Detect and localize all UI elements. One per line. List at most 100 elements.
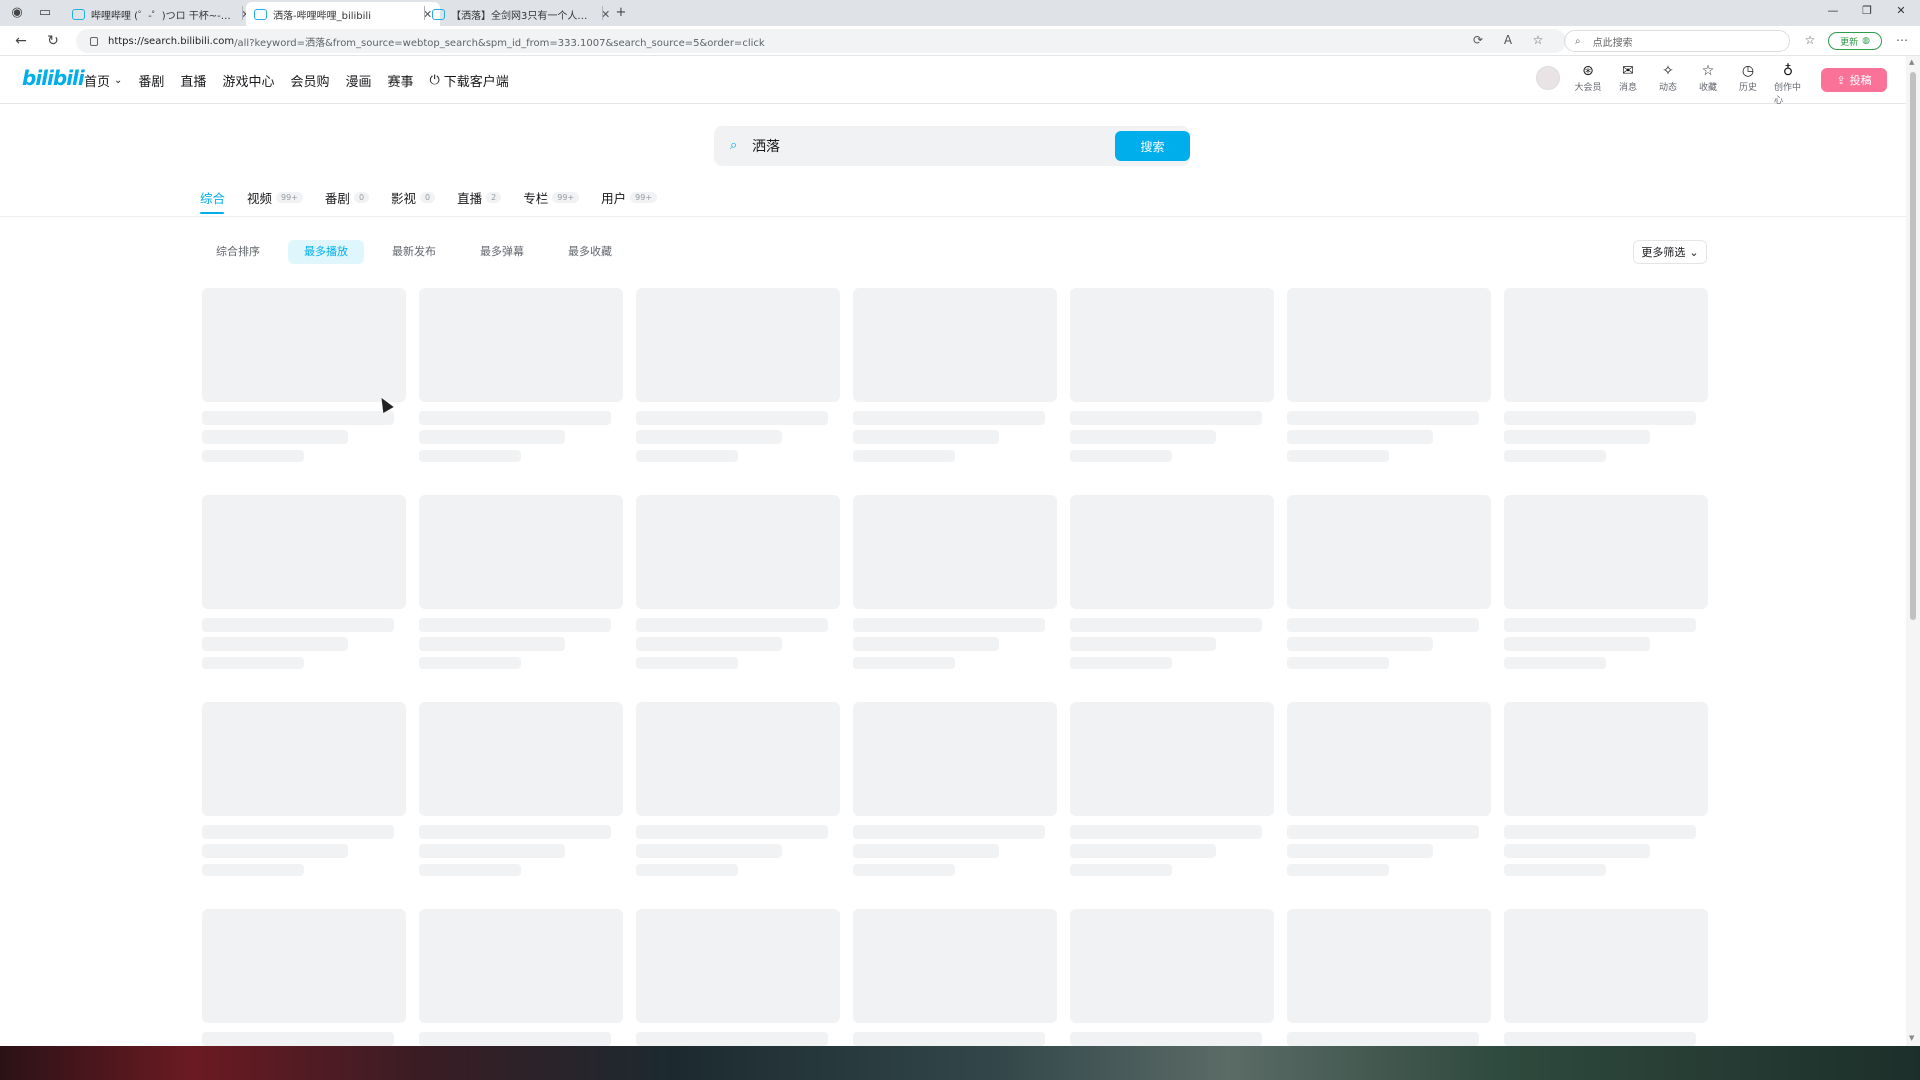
translate-icon[interactable]: ⟳ [1470,33,1486,47]
skeleton-card [202,702,406,876]
header-clock-button[interactable]: ◷ 历史 [1734,64,1762,106]
skeleton-line [636,844,782,858]
upload-button[interactable]: ⇪ 投稿 [1821,68,1887,92]
skeleton-card [1070,909,1274,1046]
search-tab[interactable]: 直播 2 [457,186,502,208]
skeleton-line [1070,864,1172,876]
browser-tab[interactable]: 哔哩哔哩 (゜-゜)つロ 干杯~-bilibili✕ [64,2,258,26]
skeleton-cover [636,288,840,402]
search-input[interactable] [752,126,1072,166]
skeleton-line [1504,657,1606,669]
skeleton-card [419,702,623,876]
search-tab[interactable]: 用户 99+ [601,186,658,208]
more-filter-button[interactable]: 更多筛选 ⌄ [1633,240,1707,264]
search-tab[interactable]: 视频 99+ [247,186,303,208]
scroll-up-icon[interactable]: ▲ [1909,58,1914,66]
header-vip-button[interactable]: ⊛ 大会员 [1574,64,1602,106]
nav-item[interactable]: 首页 ⌄ [84,71,122,90]
nav-item[interactable]: 会员购 [290,71,329,90]
side-search-field[interactable]: ⌕ 点此搜索 [1564,30,1790,52]
order-option[interactable]: 最多弹幕 [464,240,540,264]
skeleton-line [419,1032,611,1046]
side-search-placeholder: 点此搜索 [1592,37,1633,49]
skeleton-line [1070,1032,1262,1046]
skeleton-line [1070,844,1216,858]
nav-item[interactable]: 直播 [180,71,206,90]
minimize-button[interactable]: — [1818,4,1848,17]
refresh-icon[interactable]: ↻ [44,33,62,49]
skeleton-line [1504,825,1696,839]
tab-actions-icon[interactable]: ▭ [36,4,54,22]
activity-icon: ✧ [1662,63,1674,79]
bilibili-logo[interactable]: bilibili [22,66,85,90]
back-icon[interactable]: ← [12,33,30,49]
header-bulb-button[interactable]: ♁ 创作中心 [1774,64,1802,106]
browser-tab[interactable]: 【洒落】全剑网3只有一个人不能…✕ [424,2,618,26]
skeleton-line [419,657,521,669]
update-label: 更新 [1840,37,1859,48]
scrollbar-thumb[interactable] [1910,72,1916,620]
restore-button[interactable]: ❐ [1852,4,1882,17]
order-option[interactable]: 最新发布 [376,240,452,264]
search-tab-count: 99+ [276,191,303,203]
nav-item-label: 赛事 [387,75,414,90]
header-mail-button[interactable]: ✉ 消息 [1614,64,1642,106]
skeleton-cover [1070,702,1274,816]
favorite-icon[interactable]: ☆ [1530,33,1546,47]
close-window-button[interactable]: ✕ [1886,4,1916,17]
search-tab[interactable]: 番剧 0 [324,186,370,208]
order-option[interactable]: 最多收藏 [552,240,628,264]
profile-icon[interactable]: ◉ [8,4,26,22]
browser-tab[interactable]: 洒落-哔哩哔哩_bilibili ✕ [246,2,441,26]
skeleton-cover [1070,495,1274,609]
skeleton-cover [853,495,1057,609]
header-icon-label: 大会员 [1574,83,1602,93]
nav-item[interactable]: 漫画 [345,71,371,90]
search-tab-label: 综合 [200,190,226,206]
search-tab[interactable]: 专栏 99+ [523,186,580,208]
nav-item[interactable]: ⏻ 下载客户端 [430,71,509,90]
new-tab-icon[interactable]: + [612,4,630,22]
search-button[interactable]: 搜索 [1115,131,1190,161]
search-tab-label: 用户 [601,190,627,206]
skeleton-cover [1287,288,1491,402]
update-button[interactable]: 更新 ◍ [1828,32,1882,50]
search-tab-label: 番剧 [324,190,350,206]
search-icon: ⌕ [1575,35,1581,47]
skeleton-card [1287,288,1491,462]
skeleton-card [1504,288,1708,462]
skeleton-cover [1287,495,1491,609]
skeleton-line [853,657,955,669]
read-aloud-icon[interactable]: A [1500,33,1516,47]
search-tab[interactable]: 综合 [200,186,226,214]
skeleton-line [1070,657,1172,669]
skeleton-line [419,844,565,858]
skeleton-card [202,495,406,669]
skeleton-line [1504,844,1650,858]
nav-item[interactable]: 赛事 [387,71,413,90]
header-icon-label: 消息 [1618,83,1637,93]
clock-icon: ◷ [1741,63,1755,79]
nav-item[interactable]: 番剧 [138,71,164,90]
more-menu-icon[interactable]: ⋯ [1894,33,1910,47]
search-tab[interactable]: 影视 0 [391,186,436,208]
skeleton-cover [1504,909,1708,1023]
order-option[interactable]: 综合排序 [200,240,276,264]
favorites-bar-icon[interactable]: ☆ [1802,33,1818,47]
skeleton-cover [202,495,406,609]
search-tab-count: 0 [420,191,436,203]
skeleton-line [1504,1032,1696,1046]
skeleton-line [636,411,828,425]
order-option[interactable]: 最多播放 [288,240,364,264]
skeleton-line [636,637,782,651]
header-activity-button[interactable]: ✧ 动态 [1654,64,1682,106]
avatar[interactable] [1536,66,1560,90]
skeleton-line [202,844,348,858]
scroll-down-icon[interactable]: ▼ [1909,1034,1914,1042]
header-icon-label: 创作中心 [1774,83,1802,106]
nav-item[interactable]: 游戏中心 [222,71,274,90]
url-field[interactable]: https://search.bilibili.com/all?keyword=… [76,29,1566,53]
skeleton-cover [202,702,406,816]
page-scrollbar[interactable]: ▲ ▼ [1906,56,1920,1046]
header-star-button[interactable]: ☆ 收藏 [1694,64,1722,106]
